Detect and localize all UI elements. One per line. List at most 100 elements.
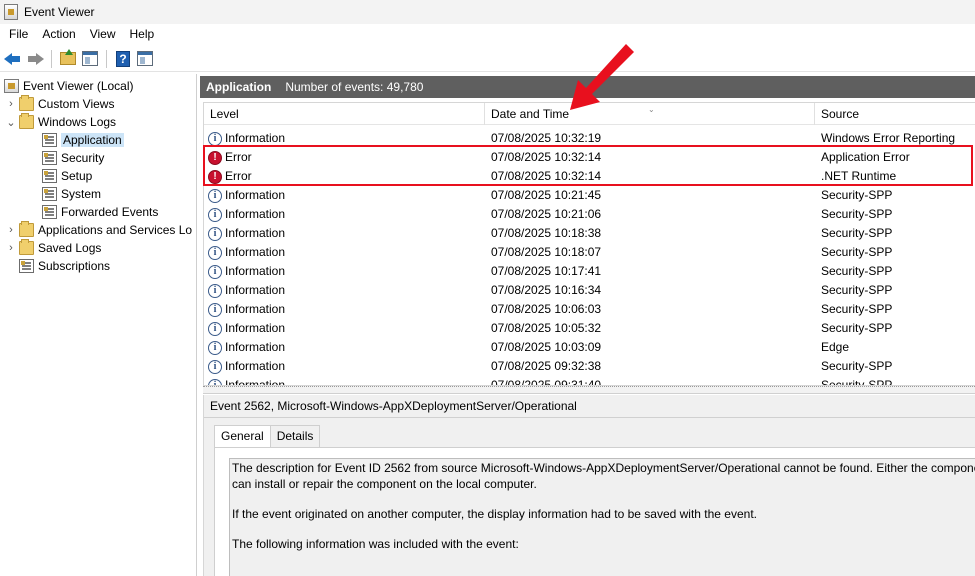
forward-button[interactable] (26, 50, 44, 68)
event-level: i Information (208, 224, 285, 243)
up-one-level-button[interactable] (59, 49, 77, 68)
event-row[interactable]: i Information 07/08/2025 10:32:19 Windows E… (204, 129, 975, 148)
event-level: i Information (208, 300, 285, 319)
event-viewer-icon (4, 4, 18, 20)
folder-icon (19, 113, 34, 129)
menu-action[interactable]: Action (35, 27, 82, 41)
description-line: The following information was included w… (232, 537, 519, 551)
event-row[interactable]: ! Error 07/08/2025 10:32:14 .NET Runtime (204, 167, 975, 186)
tab-details[interactable]: Details (270, 425, 321, 447)
event-row[interactable]: ! Error 07/08/2025 10:32:14 Application Err… (204, 148, 975, 167)
column-source[interactable]: Source (815, 103, 975, 125)
tree-item-setup[interactable]: Setup (42, 167, 92, 185)
event-details-pane: Event 2562, Microsoft-Windows-AppXDeploy… (203, 395, 975, 576)
show-hide-tree-button[interactable] (81, 50, 99, 68)
event-date-time: 07/08/2025 10:32:14 (491, 150, 602, 164)
menu-view[interactable]: View (83, 27, 123, 41)
event-row[interactable]: i Information 07/08/2025 10:21:06 Security-… (204, 205, 975, 224)
action-pane-icon (137, 51, 153, 66)
event-description[interactable]: The description for Event ID 2562 from s… (229, 458, 975, 576)
description-line: can install or repair the component on t… (232, 477, 537, 491)
menu-file[interactable]: File (2, 27, 35, 41)
show-hide-action-pane-button[interactable] (136, 50, 154, 68)
information-icon: i (208, 378, 222, 385)
event-date-time: 07/08/2025 09:31:40 (491, 378, 602, 386)
general-tab-body: The description for Event ID 2562 from s… (214, 447, 975, 576)
information-icon: i (208, 245, 222, 260)
information-icon: i (208, 340, 222, 355)
tab-general[interactable]: General (214, 425, 271, 447)
column-level[interactable]: Level (204, 103, 485, 125)
event-level: ! Error (208, 148, 252, 167)
console-tree: Event Viewer (Local) › Custom Views ⌄ Wi… (0, 74, 197, 576)
tree-item-apps-services-logs[interactable]: › Applications and Services Lo (6, 221, 192, 239)
event-row[interactable]: i Information 07/08/2025 10:18:07 Security-… (204, 243, 975, 262)
event-date-time: 07/08/2025 10:18:07 (491, 245, 602, 259)
forward-arrow-icon (26, 52, 44, 66)
chevron-right-icon[interactable]: › (6, 98, 16, 110)
tree-item-subscriptions[interactable]: Subscriptions (19, 257, 110, 275)
title-bar: Event Viewer (0, 0, 975, 24)
menu-help[interactable]: Help (123, 27, 162, 41)
show-hide-tree-icon (82, 51, 98, 66)
menu-bar: File Action View Help (0, 24, 975, 44)
event-source: Windows Error Reporting (821, 131, 956, 145)
chevron-down-icon[interactable]: ⌄ (6, 116, 16, 129)
event-row[interactable]: i Information 07/08/2025 10:03:09 Edge (204, 338, 975, 357)
chevron-right-icon[interactable]: › (6, 224, 16, 236)
window-title: Event Viewer (24, 5, 95, 19)
tree-label: Application (61, 133, 124, 147)
event-row[interactable]: i Information 07/08/2025 10:18:38 Security-… (204, 224, 975, 243)
event-date-time: 07/08/2025 10:21:45 (491, 188, 602, 202)
log-icon (42, 205, 57, 219)
event-date-time: 07/08/2025 09:32:38 (491, 359, 602, 373)
description-line: If the event originated on another compu… (232, 507, 757, 521)
event-row[interactable]: i Information 07/08/2025 10:06:03 Security-… (204, 300, 975, 319)
event-level: i Information (208, 262, 285, 281)
event-level-text: Error (225, 169, 252, 183)
event-row[interactable]: i Information 07/08/2025 10:17:41 Security-… (204, 262, 975, 281)
log-header: Application Number of events: 49,780 (200, 76, 975, 98)
event-level-text: Information (225, 378, 286, 386)
event-level: i Information (208, 319, 285, 338)
tree-item-custom-views[interactable]: › Custom Views (6, 95, 114, 113)
event-row[interactable]: i Information 07/08/2025 10:05:32 Security-… (204, 319, 975, 338)
toolbar-separator (106, 49, 107, 68)
event-row[interactable]: i Information 07/08/2025 09:31:40 Security-… (204, 376, 975, 386)
information-icon: i (208, 207, 222, 222)
back-button[interactable] (4, 50, 22, 68)
tree-item-root[interactable]: Event Viewer (Local) (4, 77, 134, 95)
event-source: Security-SPP (821, 207, 893, 221)
event-level-text: Information (225, 283, 286, 297)
column-header-row: Level Date and Time Source ⌄ (204, 103, 975, 125)
tree-item-saved-logs[interactable]: › Saved Logs (6, 239, 101, 257)
error-icon: ! (208, 169, 222, 184)
event-row[interactable]: i Information 07/08/2025 10:16:34 Security-… (204, 281, 975, 300)
help-button[interactable]: ? (114, 50, 132, 68)
tree-item-application[interactable]: Application (42, 131, 124, 149)
pane-splitter[interactable] (203, 386, 975, 394)
information-icon: i (208, 359, 222, 374)
information-icon: i (208, 283, 222, 298)
information-icon: i (208, 226, 222, 241)
chevron-right-icon[interactable]: › (6, 242, 16, 254)
tree-item-security[interactable]: Security (42, 149, 104, 167)
tree-label: Security (61, 151, 105, 165)
folder-icon (19, 95, 34, 111)
tree-item-windows-logs[interactable]: ⌄ Windows Logs (6, 113, 116, 131)
toolbar: ? (0, 46, 975, 72)
event-source: Security-SPP (821, 359, 893, 373)
log-icon (42, 187, 57, 201)
tree-item-system[interactable]: System (42, 185, 101, 203)
event-source: Security-SPP (821, 283, 893, 297)
event-level-text: Information (225, 340, 286, 354)
event-row[interactable]: i Information 07/08/2025 09:32:38 Security-… (204, 357, 975, 376)
information-icon: i (208, 188, 222, 203)
information-icon: i (208, 131, 222, 146)
event-row[interactable]: i Information 07/08/2025 10:21:45 Security-… (204, 186, 975, 205)
event-list[interactable]: Level Date and Time Source ⌄ i Informatio… (203, 102, 975, 386)
tree-item-forwarded-events[interactable]: Forwarded Events (42, 203, 158, 221)
event-level-text: Information (225, 264, 286, 278)
tree-label: Windows Logs (38, 115, 117, 129)
log-icon (42, 151, 57, 165)
